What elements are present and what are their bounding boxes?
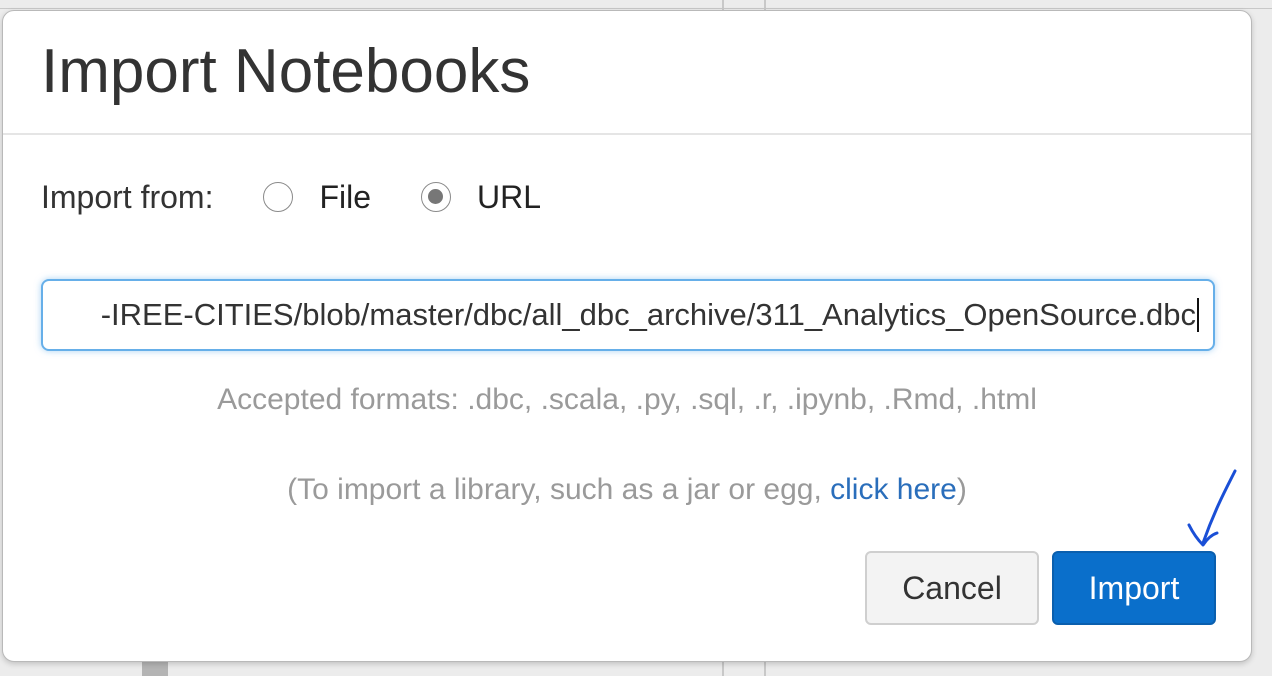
library-import-note: (To import a library, such as a jar or e…	[3, 473, 1251, 507]
radio-file-label: File	[319, 178, 372, 215]
import-source-selector: Import from: File URL	[41, 177, 591, 217]
import-from-label: Import from:	[41, 178, 214, 215]
url-input[interactable]: -IREE-CITIES/blob/master/dbc/all_dbc_arc…	[41, 279, 1215, 351]
radio-option-file[interactable]: File	[263, 179, 371, 216]
radio-option-url[interactable]: URL	[421, 179, 541, 216]
dialog-title: Import Notebooks	[41, 37, 531, 106]
background-divider	[0, 8, 1272, 9]
background-block	[142, 662, 168, 676]
radio-url[interactable]	[421, 182, 452, 212]
url-input-value: -IREE-CITIES/blob/master/dbc/all_dbc_arc…	[100, 297, 1196, 332]
click-here-link[interactable]: click here	[830, 473, 957, 506]
radio-url-label: URL	[477, 178, 542, 215]
text-caret	[1197, 298, 1199, 332]
radio-file[interactable]	[263, 182, 294, 212]
dialog-header: Import Notebooks	[3, 11, 1251, 135]
cancel-button[interactable]: Cancel	[865, 551, 1039, 625]
accepted-formats-note: Accepted formats: .dbc, .scala, .py, .sq…	[217, 383, 1037, 416]
library-note-suffix: )	[956, 473, 967, 506]
import-button[interactable]: Import	[1052, 551, 1216, 625]
hand-drawn-arrow-icon	[1187, 469, 1237, 547]
import-notebooks-dialog: Import Notebooks Import from: File URL -…	[2, 10, 1252, 662]
library-note-prefix: (To import a library, such as a jar or e…	[287, 473, 831, 506]
